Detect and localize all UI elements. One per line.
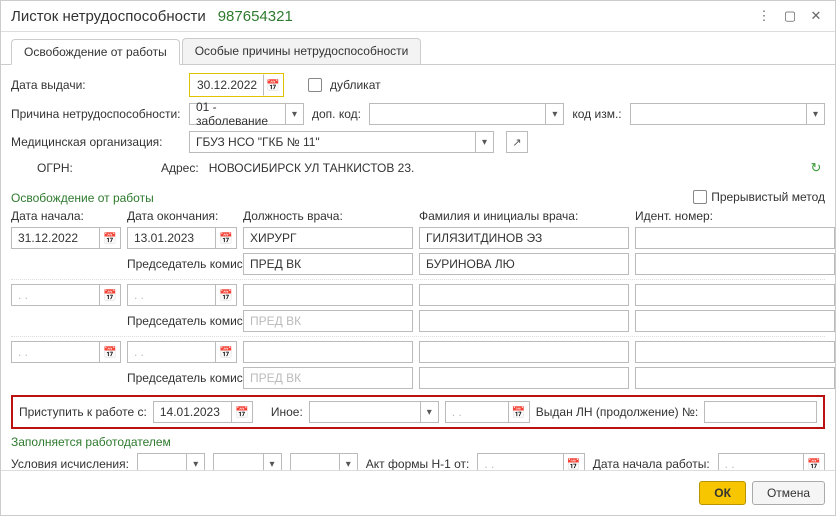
document-number: 987654321 bbox=[218, 8, 293, 25]
calendar-icon[interactable]: 📅 bbox=[215, 284, 237, 306]
code-change-label: код изм.: bbox=[572, 107, 621, 121]
chevron-down-icon[interactable]: ▾ bbox=[340, 453, 358, 470]
col-fio-label: Фамилия и инициалы врача: bbox=[419, 209, 629, 223]
tab-release[interactable]: Освобождение от работы bbox=[11, 39, 180, 65]
row2-end-date[interactable]: . . bbox=[127, 284, 215, 306]
calc-cond-label: Условия исчисления: bbox=[11, 457, 129, 470]
return-date-field[interactable]: 14.01.2023 bbox=[153, 401, 231, 423]
chevron-down-icon[interactable]: ▾ bbox=[187, 453, 205, 470]
chevron-down-icon[interactable]: ▾ bbox=[286, 103, 304, 125]
calendar-icon[interactable]: 📅 bbox=[508, 401, 530, 423]
issue-date-field[interactable]: 30.12.2022 📅 bbox=[189, 73, 284, 97]
row3-chair-pos[interactable]: ПРЕД ВК bbox=[243, 367, 413, 389]
chairman-label: Председатель комиссии: bbox=[127, 257, 237, 271]
col-ident-label: Идент. номер: bbox=[635, 209, 835, 223]
ogrn-label: ОГРН: bbox=[11, 161, 71, 175]
row1-fio[interactable]: ГИЛЯЗИТДИНОВ ЭЗ bbox=[419, 227, 629, 249]
row2-chair-pos[interactable]: ПРЕД ВК bbox=[243, 310, 413, 332]
row3-position[interactable] bbox=[243, 341, 413, 363]
issue-date-label: Дата выдачи: bbox=[11, 78, 181, 92]
duplicate-checkbox[interactable] bbox=[308, 78, 322, 92]
calendar-icon[interactable]: 📅 bbox=[215, 227, 237, 249]
row2-ident[interactable] bbox=[635, 284, 835, 306]
add-code-field[interactable] bbox=[369, 103, 546, 125]
calendar-icon[interactable]: 📅 bbox=[563, 453, 585, 470]
add-code-label: доп. код: bbox=[312, 107, 361, 121]
calendar-icon[interactable]: 📅 bbox=[803, 453, 825, 470]
row1-ident[interactable] bbox=[635, 227, 835, 249]
row1-end-date[interactable]: 13.01.2023 bbox=[127, 227, 215, 249]
cancel-button[interactable]: Отмена bbox=[752, 481, 825, 505]
calc-cond-2[interactable] bbox=[213, 453, 263, 470]
calendar-icon[interactable]: 📅 bbox=[263, 74, 283, 96]
row2-position[interactable] bbox=[243, 284, 413, 306]
row2-start-date[interactable]: . . bbox=[11, 284, 99, 306]
row2-chair-ident[interactable] bbox=[635, 310, 835, 332]
row1-chair-fio[interactable]: БУРИНОВА ЛЮ bbox=[419, 253, 629, 275]
tab-bar: Освобождение от работы Особые причины не… bbox=[1, 32, 835, 65]
section-release-title: Освобождение от работы bbox=[11, 191, 154, 205]
chevron-down-icon[interactable]: ▾ bbox=[546, 103, 564, 125]
row3-end-date[interactable]: . . bbox=[127, 341, 215, 363]
chairman-label: Председатель комиссии: bbox=[127, 314, 237, 328]
tab-special[interactable]: Особые причины нетрудоспособности bbox=[182, 38, 422, 64]
address-value: НОВОСИБИРСК УЛ ТАНКИСТОВ 23. bbox=[209, 161, 415, 175]
calendar-icon[interactable]: 📅 bbox=[99, 341, 121, 363]
open-ref-icon[interactable]: ↗ bbox=[506, 131, 528, 153]
act-h1-label: Акт формы Н-1 от: bbox=[366, 457, 470, 470]
other-date-field[interactable]: . . bbox=[445, 401, 508, 423]
row3-chair-fio[interactable] bbox=[419, 367, 629, 389]
employer-section-title: Заполняется работодателем bbox=[11, 435, 825, 449]
chevron-down-icon[interactable]: ▾ bbox=[807, 103, 825, 125]
address-prefix: Адрес: bbox=[161, 161, 199, 175]
chevron-down-icon[interactable]: ▾ bbox=[476, 131, 494, 153]
med-org-label: Медицинская организация: bbox=[11, 135, 181, 149]
code-change-field[interactable] bbox=[630, 103, 807, 125]
row1-position[interactable]: ХИРУРГ bbox=[243, 227, 413, 249]
calc-cond-1[interactable] bbox=[137, 453, 187, 470]
chevron-down-icon[interactable]: ▾ bbox=[421, 401, 439, 423]
reason-label: Причина нетрудоспособности: bbox=[11, 107, 181, 121]
med-org-field[interactable]: ГБУЗ НСО "ГКБ № 11" bbox=[189, 131, 476, 153]
row1-chair-pos[interactable]: ПРЕД ВК bbox=[243, 253, 413, 275]
ln-cont-label: Выдан ЛН (продолжение) №: bbox=[536, 405, 698, 419]
calc-cond-3[interactable] bbox=[290, 453, 340, 470]
calendar-icon[interactable]: 📅 bbox=[99, 284, 121, 306]
other-field[interactable] bbox=[309, 401, 421, 423]
duplicate-label: дубликат bbox=[330, 78, 381, 92]
calendar-icon[interactable]: 📅 bbox=[99, 227, 121, 249]
calendar-icon[interactable]: 📅 bbox=[231, 401, 253, 423]
row2-chair-fio[interactable] bbox=[419, 310, 629, 332]
act-h1-date[interactable]: . . bbox=[477, 453, 562, 470]
chevron-down-icon[interactable]: ▾ bbox=[264, 453, 282, 470]
row2-fio[interactable] bbox=[419, 284, 629, 306]
row3-chair-ident[interactable] bbox=[635, 367, 835, 389]
col-end-label: Дата окончания: bbox=[127, 209, 237, 223]
row3-ident[interactable] bbox=[635, 341, 835, 363]
row1-chair-ident[interactable] bbox=[635, 253, 835, 275]
other-label: Иное: bbox=[271, 405, 303, 419]
work-start-label: Дата начала работы: bbox=[593, 457, 710, 470]
intermittent-checkbox[interactable] bbox=[693, 190, 707, 204]
refresh-icon[interactable]: ↻ bbox=[807, 159, 825, 177]
chairman-label: Председатель комиссии: bbox=[127, 371, 237, 385]
col-start-label: Дата начала: bbox=[11, 209, 121, 223]
close-icon[interactable]: ✕ bbox=[807, 7, 825, 25]
col-position-label: Должность врача: bbox=[243, 209, 413, 223]
calendar-icon[interactable]: 📅 bbox=[215, 341, 237, 363]
more-icon[interactable]: ⋮ bbox=[755, 7, 773, 25]
ln-cont-field[interactable] bbox=[704, 401, 817, 423]
page-title: Листок нетрудоспособности bbox=[11, 8, 206, 25]
ok-button[interactable]: ОК bbox=[699, 481, 746, 505]
return-label: Приступить к работе с: bbox=[19, 405, 147, 419]
row1-start-date[interactable]: 31.12.2022 bbox=[11, 227, 99, 249]
row3-start-date[interactable]: . . bbox=[11, 341, 99, 363]
reason-field[interactable]: 01 - заболевание bbox=[189, 103, 286, 125]
intermittent-label: Прерывистый метод bbox=[711, 190, 825, 204]
maximize-icon[interactable]: ▢ bbox=[781, 7, 799, 25]
work-start-date[interactable]: . . bbox=[718, 453, 803, 470]
row3-fio[interactable] bbox=[419, 341, 629, 363]
